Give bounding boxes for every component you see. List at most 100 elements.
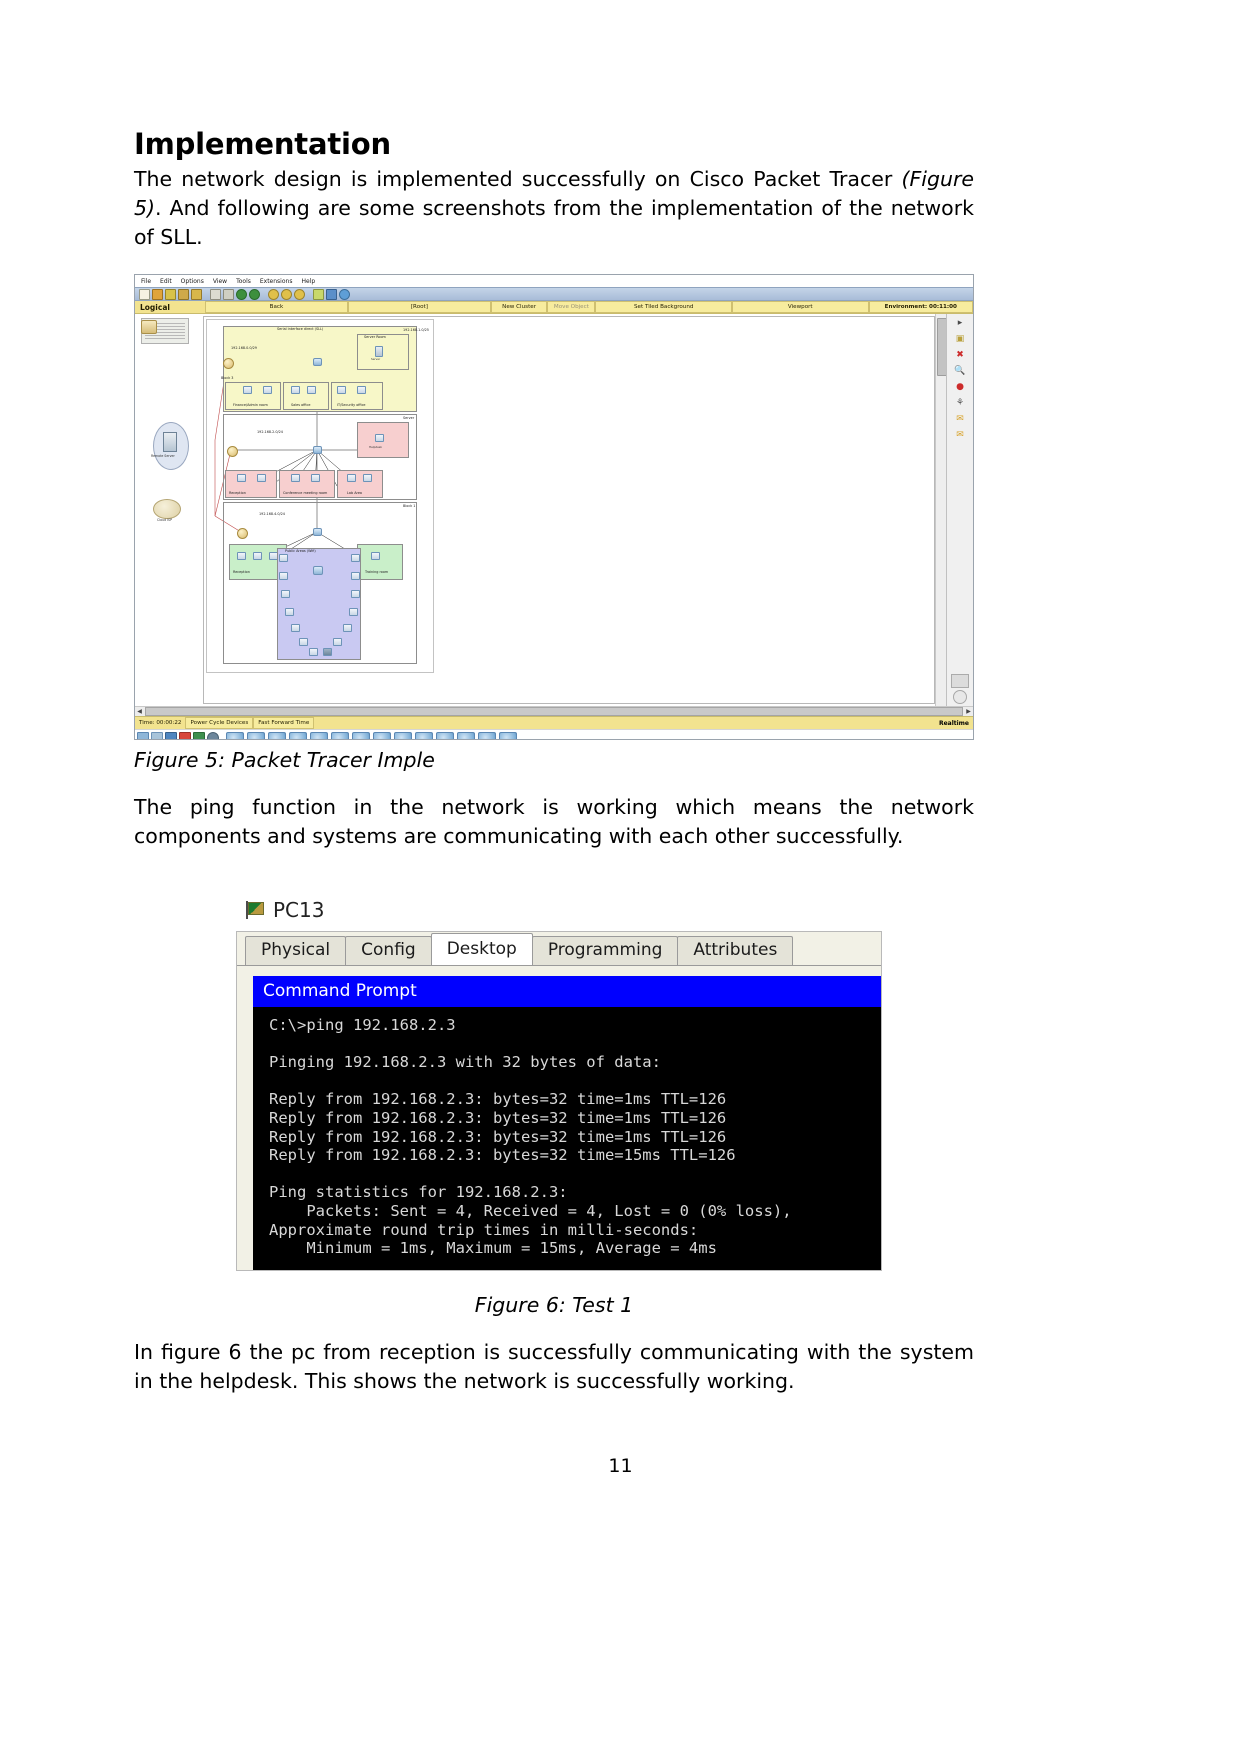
copy-icon[interactable] xyxy=(210,288,221,300)
realtime-mode-label[interactable]: Realtime xyxy=(939,720,969,727)
canvas-horizontal-scrollbar[interactable]: ◀ ▶ xyxy=(135,706,973,716)
save-icon[interactable] xyxy=(165,288,176,300)
viewport-button[interactable]: Viewport xyxy=(731,301,869,313)
menu-item-edit[interactable]: Edit xyxy=(160,278,172,285)
router-block3[interactable] xyxy=(237,528,248,539)
connections-icon[interactable] xyxy=(179,732,191,739)
horizontal-scroll-thumb[interactable] xyxy=(145,707,963,716)
zoom-in-icon[interactable] xyxy=(268,288,279,300)
multiuser-icon[interactable] xyxy=(207,732,219,739)
tab-desktop[interactable]: Desktop xyxy=(430,933,533,965)
wifi-pc-8[interactable] xyxy=(349,608,358,616)
network-info-icon[interactable] xyxy=(339,288,350,300)
switch-block3[interactable] xyxy=(313,528,322,536)
add-complex-pdu-icon[interactable]: ✉ xyxy=(954,429,967,442)
server-node[interactable] xyxy=(375,346,383,357)
pc-node-fa2[interactable] xyxy=(263,386,272,394)
network-topology-diagram[interactable]: Serial interface direct (SLL) 192.168.1.… xyxy=(206,319,434,673)
pc-node-lab2[interactable] xyxy=(363,474,372,482)
toggle-pdu-list-icon[interactable] xyxy=(953,690,967,704)
zoom-out-icon[interactable] xyxy=(294,288,305,300)
new-cluster-button[interactable]: New Cluster xyxy=(490,301,548,313)
device-chip[interactable]: 1240 xyxy=(351,732,371,739)
menu-item-help[interactable]: Help xyxy=(301,278,315,285)
pt-logical-canvas[interactable]: Serial interface direct (SLL) 192.168.1.… xyxy=(203,316,935,704)
delete-tool-icon[interactable]: ✖ xyxy=(954,349,967,362)
device-chip[interactable]: 829IRGW xyxy=(309,732,329,739)
open-folder-icon[interactable] xyxy=(152,288,163,300)
wifi-pc-9[interactable] xyxy=(291,624,300,632)
activity-wizard-icon[interactable] xyxy=(191,288,202,300)
tab-programming[interactable]: Programming xyxy=(531,936,679,965)
device-chip[interactable]: 819 xyxy=(330,732,350,739)
add-simple-pdu-icon[interactable]: ✉ xyxy=(954,413,967,426)
switch-block2[interactable] xyxy=(313,446,322,454)
palette-router-icon[interactable] xyxy=(141,320,157,334)
scroll-left-arrow-icon[interactable]: ◀ xyxy=(135,707,144,716)
remote-server-icon[interactable] xyxy=(163,432,177,452)
wifi-pc-4[interactable] xyxy=(351,572,360,580)
tab-attributes[interactable]: Attributes xyxy=(677,936,794,965)
pc-node-helpdesk[interactable] xyxy=(375,434,384,442)
menu-item-tools[interactable]: Tools xyxy=(236,278,251,285)
device-chip[interactable]: 4321 xyxy=(372,732,392,739)
move-object-button[interactable]: Move Object xyxy=(547,301,596,313)
set-tiled-background-button[interactable]: Set Tiled Background xyxy=(595,301,732,313)
device-chip[interactable]: 1841 xyxy=(435,732,455,739)
pc-node-b3b[interactable] xyxy=(253,552,262,560)
zoom-tool-icon[interactable]: 🔍 xyxy=(954,365,967,378)
custom-devices-icon[interactable] xyxy=(326,288,337,300)
pc-node-rec1[interactable] xyxy=(237,474,246,482)
end-devices-icon[interactable] xyxy=(151,732,163,739)
logical-mode-label[interactable]: Logical xyxy=(135,301,205,313)
device-chip[interactable]: 2901 xyxy=(246,732,266,739)
pc-node-sales2[interactable] xyxy=(307,386,316,394)
command-prompt-terminal[interactable]: C:\>ping 192.168.2.3 Pinging 192.168.2.3… xyxy=(253,1007,881,1270)
wifi-pc-1[interactable] xyxy=(279,554,288,562)
place-note-icon[interactable]: ● xyxy=(954,381,967,394)
wifi-pc-11[interactable] xyxy=(299,638,308,646)
wifi-pc-3[interactable] xyxy=(279,572,288,580)
device-chip[interactable]: 2811 xyxy=(498,732,518,739)
pc-node-rec2[interactable] xyxy=(257,474,266,482)
device-chip[interactable]: Generic xyxy=(393,732,413,739)
wifi-pc-13[interactable] xyxy=(309,648,318,656)
wifi-pc-6[interactable] xyxy=(351,590,360,598)
wifi-pc-10[interactable] xyxy=(343,624,352,632)
zone-server-room[interactable] xyxy=(357,334,409,370)
components-icon[interactable] xyxy=(165,732,177,739)
router-block1[interactable] xyxy=(223,358,234,369)
wifi-pc-7[interactable] xyxy=(285,608,294,616)
undo-icon[interactable] xyxy=(236,288,247,300)
zone-public-wifi[interactable] xyxy=(277,548,361,660)
switch-block1[interactable] xyxy=(313,358,322,366)
fast-forward-time-button[interactable]: Fast Forward Time xyxy=(253,717,315,729)
device-chip[interactable]: 1941 xyxy=(225,732,245,739)
paste-icon[interactable] xyxy=(223,288,234,300)
wifi-pc-12[interactable] xyxy=(333,638,342,646)
menu-item-view[interactable]: View xyxy=(213,278,227,285)
miscellaneous-icon[interactable] xyxy=(193,732,205,739)
pc-node-b3a[interactable] xyxy=(237,552,246,560)
wifi-access-point[interactable] xyxy=(323,648,332,656)
menu-item-options[interactable]: Options xyxy=(181,278,204,285)
power-cycle-devices-button[interactable]: Power Cycle Devices xyxy=(185,717,254,729)
back-button[interactable]: Back xyxy=(205,301,348,313)
pc-node-fa1[interactable] xyxy=(243,386,252,394)
network-devices-icon[interactable] xyxy=(137,732,149,739)
zone-training-room[interactable] xyxy=(357,544,403,580)
device-chip[interactable]: 819IOX xyxy=(288,732,308,739)
cloud-isp-icon[interactable] xyxy=(153,499,181,519)
pc-node-sales1[interactable] xyxy=(291,386,300,394)
device-chip[interactable]: 2620XM xyxy=(456,732,476,739)
redo-icon[interactable] xyxy=(249,288,260,300)
wifi-pc-2[interactable] xyxy=(351,554,360,562)
pc-node-lab1[interactable] xyxy=(347,474,356,482)
pc-node-it1[interactable] xyxy=(337,386,346,394)
scenario-panel-icon[interactable] xyxy=(951,674,969,688)
zoom-reset-icon[interactable] xyxy=(281,288,292,300)
select-tool-icon[interactable]: ▸ xyxy=(954,317,967,330)
pc-node-conf2[interactable] xyxy=(311,474,320,482)
inspect-tool-icon[interactable]: ▣ xyxy=(954,333,967,346)
router-block2[interactable] xyxy=(227,446,238,457)
